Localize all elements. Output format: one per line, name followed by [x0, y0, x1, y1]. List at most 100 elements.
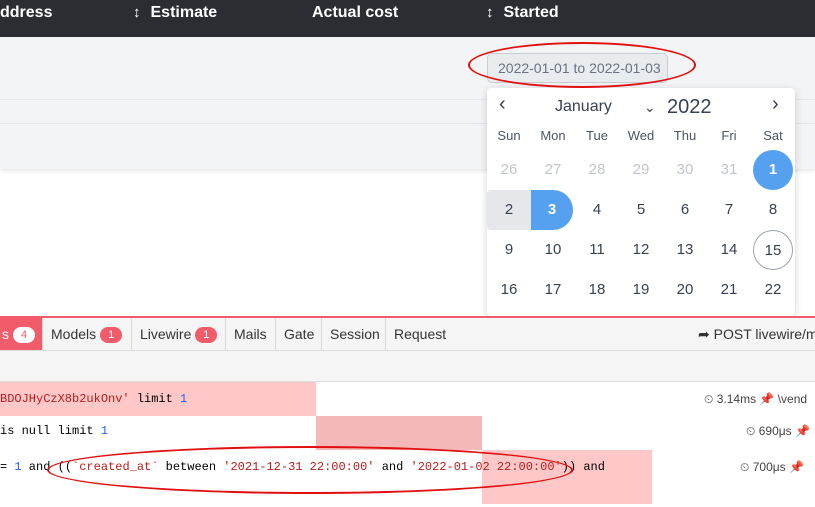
sql-date-to: '2022-01-02 22:00:00' [410, 460, 562, 474]
count-badge: 1 [100, 327, 123, 343]
tab-request[interactable]: Request [386, 318, 452, 350]
debugbar-tabs: s4 Models 1 Livewire 1 Mails Gate Session … [0, 318, 815, 351]
calendar-day[interactable]: 29 [621, 150, 661, 190]
calendar-day-selected[interactable]: 1 [753, 150, 793, 190]
query-duration: 690μs [758, 424, 792, 438]
column-header-estimate[interactable]: ↕ Estimate [133, 3, 217, 23]
calendar-day[interactable]: 27 [533, 150, 573, 190]
tab-queries[interactable]: s4 [0, 318, 43, 350]
tab-label: Models [51, 326, 97, 342]
sort-icon: ↕ [133, 4, 141, 21]
weekday-label: Wed [627, 128, 655, 143]
calendar-day-today[interactable]: 15 [753, 230, 793, 270]
calendar-day[interactable]: 19 [621, 270, 661, 310]
calendar-day[interactable]: 6 [665, 190, 705, 230]
column-header-address[interactable]: ddress [0, 3, 52, 23]
column-label-estimate: Estimate [150, 4, 218, 21]
clock-icon: ⏲ [740, 460, 750, 474]
calendar-day[interactable]: 4 [577, 190, 617, 230]
calendar-day-in-range[interactable]: 2 [487, 190, 531, 230]
sql-text: = [0, 460, 15, 474]
weekday-label: Sat [763, 128, 783, 143]
tab-models[interactable]: Models 1 [43, 318, 132, 350]
query-meta: ⏲ 700μs 📌 [740, 457, 804, 477]
pin-icon: 📌 [795, 424, 810, 438]
request-route[interactable]: ➦ POST livewire/m [698, 318, 815, 350]
query-duration: 3.14ms [716, 392, 757, 406]
calendar-day[interactable]: 10 [533, 230, 573, 270]
sql-date-from: '2021-12-31 22:00:00' [223, 460, 375, 474]
pin-icon: 📌 [759, 392, 775, 406]
date-picker-calendar: ‹ January ⌄ 2022 › Sun Mon Tue Wed Thu F… [487, 88, 795, 316]
query-duration: 700μs [752, 460, 786, 474]
query-timeline-bar [316, 416, 482, 450]
calendar-day[interactable]: 26 [489, 150, 529, 190]
column-label-actual-cost: Actual cost [312, 4, 399, 21]
previous-month-icon[interactable]: ‹ [499, 93, 506, 116]
weekday-label: Sun [497, 128, 521, 143]
calendar-day[interactable]: 9 [489, 230, 529, 270]
tab-label: Session [330, 326, 380, 342]
calendar-day[interactable]: 8 [753, 190, 793, 230]
calendar-day[interactable]: 31 [709, 150, 749, 190]
calendar-day[interactable]: 30 [665, 150, 705, 190]
query-sql: is null limit 1 [0, 421, 108, 441]
calendar-day[interactable]: 11 [577, 230, 617, 270]
column-header-actual-cost[interactable]: Actual cost [312, 3, 398, 23]
column-label-address: ddress [0, 4, 53, 21]
tab-label: Gate [284, 326, 315, 342]
tab-livewire[interactable]: Livewire 1 [132, 318, 226, 350]
queries-toolbar [0, 351, 815, 382]
calendar-day[interactable]: 16 [489, 270, 529, 310]
chevron-down-icon: ⌄ [644, 99, 656, 115]
sql-text: and [374, 460, 411, 474]
calendar-day[interactable]: 17 [533, 270, 573, 310]
query-row[interactable]: = 1 and ((`created_at` between '2021-12-… [0, 450, 815, 504]
weekday-label: Tue [586, 128, 608, 143]
query-meta: ⏲ 3.14ms 📌 \vend [704, 389, 807, 409]
debugbar-panel: s4 Models 1 Livewire 1 Mails Gate Session … [0, 316, 815, 507]
calendar-day[interactable]: 18 [577, 270, 617, 310]
sql-text: is null limit [0, 424, 101, 438]
tab-mails[interactable]: Mails [226, 318, 276, 350]
query-sql: = 1 and ((`created_at` between '2021-12-… [0, 457, 605, 477]
column-label-started: Started [503, 4, 559, 21]
query-sql: BDOJHyCzX8b2ukOnv' limit 1 [0, 389, 187, 409]
weekday-label: Thu [673, 128, 697, 143]
year-input[interactable]: 2022 [667, 96, 712, 119]
sql-number: 1 [14, 460, 22, 474]
column-header-started[interactable]: ↕ Started [486, 3, 559, 23]
sql-number: 1 [180, 392, 188, 406]
query-row[interactable]: is null limit 1 ⏲ 690μs 📌 [0, 416, 815, 450]
share-icon: ➦ [698, 326, 710, 342]
tab-session[interactable]: Session [322, 318, 386, 350]
query-row[interactable]: BDOJHyCzX8b2ukOnv' limit 1 ⏲ 3.14ms 📌 \v… [0, 382, 815, 416]
clock-icon: ⏲ [704, 392, 714, 406]
count-badge: 4 [13, 327, 35, 343]
calendar-day[interactable]: 5 [621, 190, 661, 230]
sort-icon: ↕ [486, 4, 494, 21]
sql-text: limit [129, 392, 181, 406]
calendar-day[interactable]: 21 [709, 270, 749, 310]
calendar-day[interactable]: 14 [709, 230, 749, 270]
tab-gate[interactable]: Gate [276, 318, 322, 350]
count-badge: 1 [195, 327, 218, 343]
sql-string: BDOJHyCzX8b2ukOnv' [0, 392, 130, 406]
next-month-icon[interactable]: › [772, 93, 779, 116]
date-range-input[interactable] [487, 53, 668, 83]
tab-label: Livewire [140, 326, 192, 342]
calendar-day[interactable]: 12 [621, 230, 661, 270]
table-header: ddress ↕ Estimate Actual cost ↕ Started [0, 0, 815, 37]
calendar-day[interactable]: 22 [753, 270, 793, 310]
calendar-day[interactable]: 13 [665, 230, 705, 270]
query-meta: ⏲ 690μs 📌 [746, 421, 810, 441]
sql-text: )) and [561, 460, 605, 474]
calendar-day[interactable]: 28 [577, 150, 617, 190]
weekday-label: Fri [721, 128, 737, 143]
sql-text: and (( [21, 460, 73, 474]
calendar-day[interactable]: 7 [709, 190, 749, 230]
calendar-day-selected[interactable]: 3 [531, 190, 573, 230]
tab-label: Mails [234, 326, 267, 342]
tab-label: s [2, 326, 9, 342]
calendar-day[interactable]: 20 [665, 270, 705, 310]
